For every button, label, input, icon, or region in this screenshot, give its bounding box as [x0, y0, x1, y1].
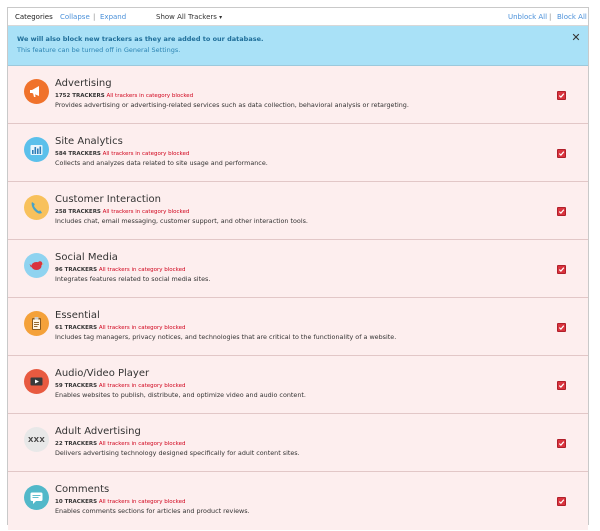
block-checkbox[interactable]: [557, 381, 566, 390]
block-checkbox[interactable]: [557, 497, 566, 506]
tracker-count-value: 10 TRACKERS: [55, 499, 98, 505]
category-title: Customer Interaction: [55, 194, 162, 205]
xxx-icon: XXX: [24, 427, 49, 452]
category-description: Collects and analyzes data related to si…: [55, 159, 268, 167]
category-title: Essential: [55, 310, 100, 321]
category-row-social-media[interactable]: Social Media 96 TRACKERS All trackers in…: [8, 240, 588, 298]
bird-icon: [24, 253, 49, 278]
bar-chart-icon: [24, 137, 49, 162]
category-description: Integrates features related to social me…: [55, 275, 211, 283]
blocked-status: All trackers in category blocked: [98, 325, 186, 331]
tracker-categories-panel: Categories Collapse | Expand Show All Tr…: [7, 7, 589, 530]
tracker-count: 96 TRACKERS All trackers in category blo…: [55, 267, 186, 273]
banner-settings-note: This feature can be turned off in Genera…: [17, 46, 181, 54]
tracker-count: 61 TRACKERS All trackers in category blo…: [55, 325, 186, 331]
category-row-advertising[interactable]: Advertising 1752 TRACKERS All trackers i…: [8, 66, 588, 124]
tracker-count: 59 TRACKERS All trackers in category blo…: [55, 383, 186, 389]
block-checkbox[interactable]: [557, 91, 566, 100]
toolbar-separator: |: [93, 13, 96, 21]
expand-link[interactable]: Expand: [100, 13, 126, 21]
close-icon[interactable]: ✕: [570, 32, 582, 44]
category-row-customer-interaction[interactable]: Customer Interaction 258 TRACKERS All tr…: [8, 182, 588, 240]
xxx-icon-text: XXX: [27, 435, 46, 444]
category-row-comments[interactable]: Comments 10 TRACKERS All trackers in cat…: [8, 472, 588, 530]
show-trackers-label: Show All Trackers: [156, 13, 217, 21]
category-description: Includes tag managers, privacy notices, …: [55, 333, 397, 341]
comment-bubble-icon: [24, 485, 49, 510]
block-checkbox[interactable]: [557, 323, 566, 332]
blocked-status: All trackers in category blocked: [102, 151, 190, 157]
category-title: Comments: [55, 484, 110, 495]
category-description: Provides advertising or advertising-rela…: [55, 101, 409, 109]
clipboard-icon: [24, 311, 49, 336]
tracker-count: 1752 TRACKERS All trackers in category b…: [55, 93, 193, 99]
category-title: Audio/Video Player: [55, 368, 150, 379]
tracker-count-value: 258 TRACKERS: [55, 209, 101, 215]
tracker-count-value: 1752 TRACKERS: [55, 93, 105, 99]
tracker-count-value: 61 TRACKERS: [55, 325, 98, 331]
category-title: Adult Advertising: [55, 426, 141, 437]
blocked-status: All trackers in category blocked: [98, 383, 186, 389]
tracker-count-value: 584 TRACKERS: [55, 151, 101, 157]
block-checkbox[interactable]: [557, 265, 566, 274]
tracker-count-value: 59 TRACKERS: [55, 383, 98, 389]
unblock-all-link[interactable]: Unblock All: [508, 13, 547, 21]
tracker-count-value: 96 TRACKERS: [55, 267, 98, 273]
category-toolbar: Categories Collapse | Expand Show All Tr…: [8, 8, 588, 26]
collapse-link[interactable]: Collapse: [60, 13, 90, 21]
tracker-count: 584 TRACKERS All trackers in category bl…: [55, 151, 189, 157]
tracker-count: 258 TRACKERS All trackers in category bl…: [55, 209, 189, 215]
category-title: Site Analytics: [55, 136, 123, 147]
megaphone-icon: [24, 79, 49, 104]
categories-label: Categories: [15, 13, 53, 21]
block-checkbox[interactable]: [557, 149, 566, 158]
tracker-count-value: 22 TRACKERS: [55, 441, 98, 447]
blocked-status: All trackers in category blocked: [98, 441, 186, 447]
category-description: Enables comments sections for articles a…: [55, 507, 250, 515]
toolbar-separator-2: |: [549, 13, 552, 21]
category-row-site-analytics[interactable]: Site Analytics 584 TRACKERS All trackers…: [8, 124, 588, 182]
category-row-audio-video-player[interactable]: Audio/Video Player 59 TRACKERS All track…: [8, 356, 588, 414]
block-all-link[interactable]: Block All: [557, 13, 587, 21]
blocked-status: All trackers in category blocked: [98, 499, 186, 505]
blocked-status: All trackers in category blocked: [98, 267, 186, 273]
category-row-essential[interactable]: Essential 61 TRACKERS All trackers in ca…: [8, 298, 588, 356]
blocked-status: All trackers in category blocked: [102, 209, 190, 215]
chevron-down-icon: ▾: [219, 14, 223, 21]
banner-message: We will also block new trackers as they …: [17, 35, 264, 43]
category-list: Advertising 1752 TRACKERS All trackers i…: [8, 66, 588, 530]
block-checkbox[interactable]: [557, 439, 566, 448]
show-trackers-dropdown[interactable]: Show All Trackers ▾: [156, 13, 222, 22]
phone-icon: [24, 195, 49, 220]
category-title: Social Media: [55, 252, 118, 263]
new-trackers-banner: We will also block new trackers as they …: [8, 26, 588, 66]
play-icon: [24, 369, 49, 394]
tracker-count: 10 TRACKERS All trackers in category blo…: [55, 499, 186, 505]
category-row-adult-advertising[interactable]: XXX Adult Advertising 22 TRACKERS All tr…: [8, 414, 588, 472]
category-description: Includes chat, email messaging, customer…: [55, 217, 308, 225]
blocked-status: All trackers in category blocked: [106, 93, 194, 99]
category-description: Enables websites to publish, distribute,…: [55, 391, 306, 399]
tracker-count: 22 TRACKERS All trackers in category blo…: [55, 441, 186, 447]
category-description: Delivers advertising technology designed…: [55, 449, 300, 457]
category-title: Advertising: [55, 78, 112, 89]
block-checkbox[interactable]: [557, 207, 566, 216]
